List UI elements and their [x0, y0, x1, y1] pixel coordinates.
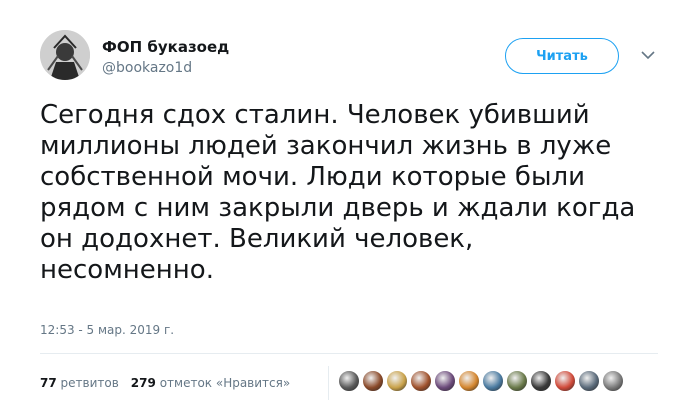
- avatar[interactable]: [40, 30, 90, 80]
- tweet-stats: 77 ретвитов 279 отметок «Нравится»: [40, 376, 290, 390]
- divider: [40, 353, 658, 354]
- stats-separator: [328, 366, 329, 400]
- chevron-down-icon[interactable]: [640, 49, 656, 61]
- avatar-image: [40, 30, 90, 80]
- user-display-name[interactable]: ФОП буказоед: [102, 38, 229, 56]
- tweet-card: ФОП буказоед @bookazo1d Читать Сегодня с…: [0, 0, 700, 414]
- liker-avatar[interactable]: [578, 370, 600, 392]
- tweet-text: Сегодня сдох сталин. Человек убивший мил…: [40, 100, 636, 285]
- liker-avatar[interactable]: [362, 370, 384, 392]
- likers-avatars: [338, 370, 624, 392]
- liker-avatar[interactable]: [386, 370, 408, 392]
- liker-avatar[interactable]: [482, 370, 504, 392]
- liker-avatar[interactable]: [602, 370, 624, 392]
- follow-button[interactable]: Читать: [505, 38, 619, 74]
- liker-avatar[interactable]: [506, 370, 528, 392]
- liker-avatar[interactable]: [434, 370, 456, 392]
- likes-stat[interactable]: 279 отметок «Нравится»: [131, 376, 290, 390]
- liker-avatar[interactable]: [338, 370, 360, 392]
- liker-avatar[interactable]: [410, 370, 432, 392]
- liker-avatar[interactable]: [458, 370, 480, 392]
- likes-count: 279: [130, 376, 156, 390]
- likes-label: отметок «Нравится»: [159, 376, 291, 390]
- user-handle[interactable]: @bookazo1d: [102, 60, 192, 76]
- retweets-count: 77: [40, 376, 57, 390]
- retweets-stat[interactable]: 77 ретвитов: [40, 376, 119, 390]
- tweet-timestamp[interactable]: 12:53 - 5 мар. 2019 г.: [40, 323, 174, 337]
- retweets-label: ретвитов: [60, 376, 119, 390]
- liker-avatar[interactable]: [530, 370, 552, 392]
- liker-avatar[interactable]: [554, 370, 576, 392]
